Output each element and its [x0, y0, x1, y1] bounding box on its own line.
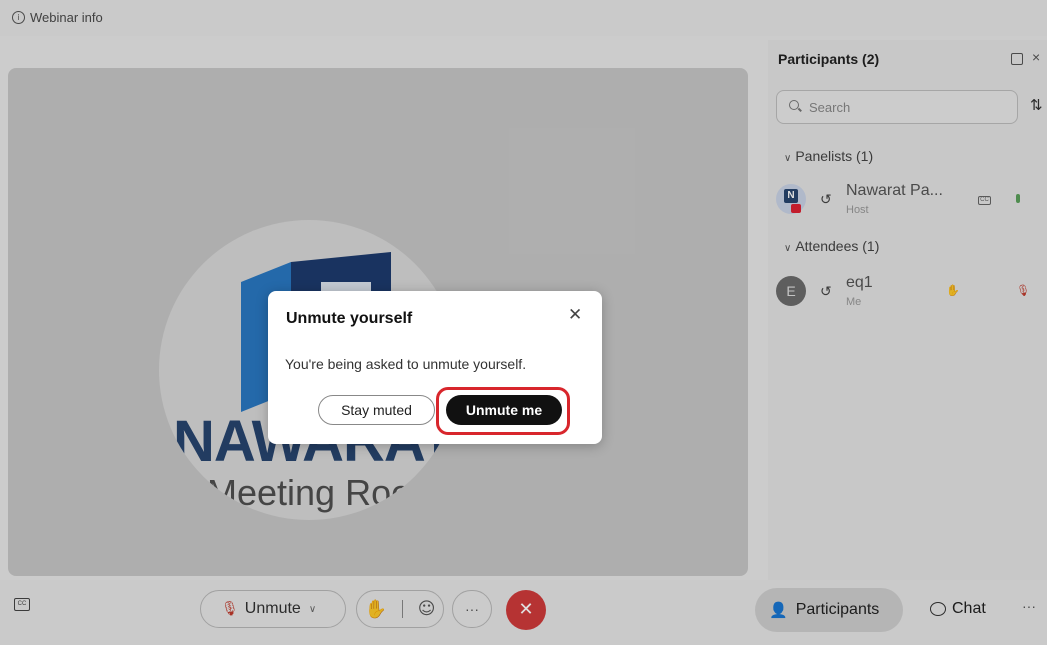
dialog-title: Unmute yourself — [286, 310, 413, 327]
unmute-dialog: Unmute yourself ✕ You're being asked to … — [268, 291, 602, 444]
close-icon[interactable]: ✕ — [568, 305, 582, 325]
dialog-message: You're being asked to unmute yourself. — [285, 356, 527, 372]
unmute-me-button[interactable]: Unmute me — [446, 395, 562, 425]
stay-muted-button[interactable]: Stay muted — [318, 395, 435, 425]
